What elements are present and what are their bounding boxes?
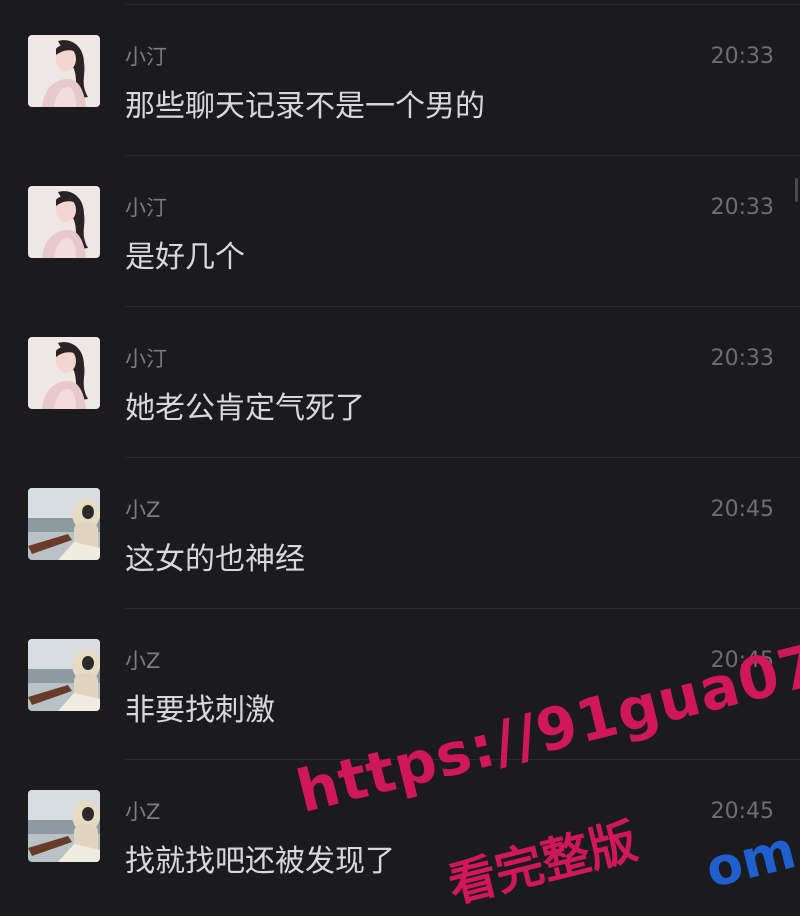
message-time: 20:45 — [710, 497, 774, 522]
message-text: 是好几个 — [125, 240, 245, 275]
scrollbar[interactable] — [795, 178, 798, 202]
message-item[interactable]: 小Z 20:45 这女的也神经 — [0, 458, 800, 609]
avatar[interactable] — [28, 790, 100, 862]
woman-portrait-avatar — [28, 186, 100, 258]
sender-name: 小汀 — [125, 347, 167, 371]
toy-figure-avatar — [28, 639, 100, 711]
message-time: 20:33 — [710, 346, 774, 371]
message-item[interactable]: 小汀 20:33 是好几个 — [0, 156, 800, 307]
avatar[interactable] — [28, 186, 100, 258]
message-item[interactable]: 小汀 20:33 那些聊天记录不是一个男的 — [0, 5, 800, 156]
message-text: 找就找吧还被发现了 — [125, 844, 395, 879]
avatar[interactable] — [28, 639, 100, 711]
message-time: 20:45 — [710, 648, 774, 673]
sender-name: 小Z — [125, 498, 161, 522]
message-text: 她老公肯定气死了 — [125, 391, 365, 426]
avatar[interactable] — [28, 488, 100, 560]
message-text: 这女的也神经 — [125, 542, 305, 577]
woman-portrait-avatar — [28, 35, 100, 107]
avatar[interactable] — [28, 35, 100, 107]
toy-figure-avatar — [28, 488, 100, 560]
message-text: 非要找刺激 — [125, 693, 275, 728]
message-item[interactable]: 小汀 20:33 她老公肯定气死了 — [0, 307, 800, 458]
message-text: 那些聊天记录不是一个男的 — [125, 89, 485, 124]
message-time: 20:33 — [710, 44, 774, 69]
message-item[interactable]: 小Z 20:45 非要找刺激 — [0, 609, 800, 760]
toy-figure-avatar — [28, 790, 100, 862]
woman-portrait-avatar — [28, 337, 100, 409]
message-time: 20:45 — [710, 799, 774, 824]
sender-name: 小Z — [125, 800, 161, 824]
message-item[interactable]: 小Z 20:45 找就找吧还被发现了 — [0, 760, 800, 911]
avatar[interactable] — [28, 337, 100, 409]
sender-name: 小汀 — [125, 45, 167, 69]
sender-name: 小Z — [125, 649, 161, 673]
sender-name: 小汀 — [125, 196, 167, 220]
chat-history-list: 小汀 20:33 那些聊天记录不是一个男的 小汀 20:33 是好几个 小汀 2… — [0, 0, 800, 886]
message-time: 20:33 — [710, 195, 774, 220]
